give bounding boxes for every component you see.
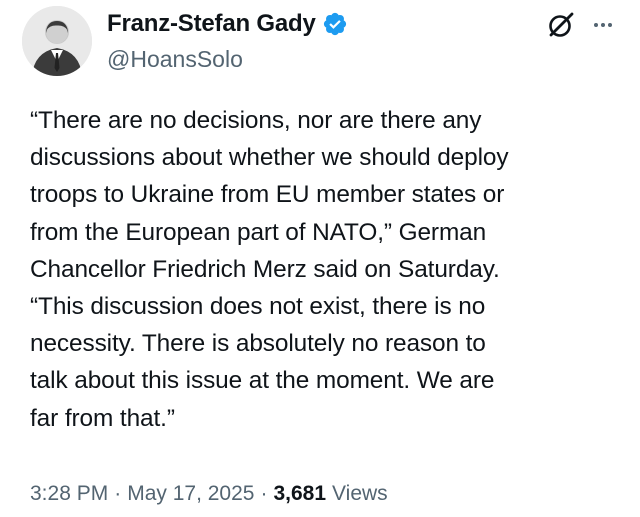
- tweet-text: “There are no decisions, nor are there a…: [30, 107, 509, 432]
- more-dot: [594, 23, 598, 27]
- person-avatar-icon: [22, 6, 92, 76]
- author-name-row: Franz-Stefan Gady: [107, 6, 348, 42]
- grok-icon[interactable]: [546, 10, 576, 40]
- author-avatar[interactable]: [22, 6, 92, 76]
- views-label: Views: [332, 482, 388, 505]
- author-display-name[interactable]: Franz-Stefan Gady: [107, 10, 316, 38]
- tweet-meta: 3:28 PM · May 17, 2025 · 3,681 Views: [30, 482, 388, 506]
- tweet-date[interactable]: May 17, 2025: [127, 482, 254, 506]
- tweet-card: Franz-Stefan Gady @HoansSolo “There are …: [0, 0, 640, 517]
- author-handle[interactable]: @HoansSolo: [107, 46, 348, 73]
- tweet-top-actions: [546, 10, 612, 40]
- verified-badge-icon[interactable]: [322, 11, 348, 37]
- meta-separator: ·: [114, 482, 122, 505]
- more-dot: [608, 23, 612, 27]
- meta-separator: ·: [260, 482, 268, 505]
- more-options-icon[interactable]: [594, 10, 612, 40]
- views-count[interactable]: 3,681: [273, 482, 326, 506]
- author-info: Franz-Stefan Gady @HoansSolo: [107, 6, 348, 73]
- more-dot: [601, 23, 605, 27]
- tweet-time[interactable]: 3:28 PM: [30, 482, 108, 506]
